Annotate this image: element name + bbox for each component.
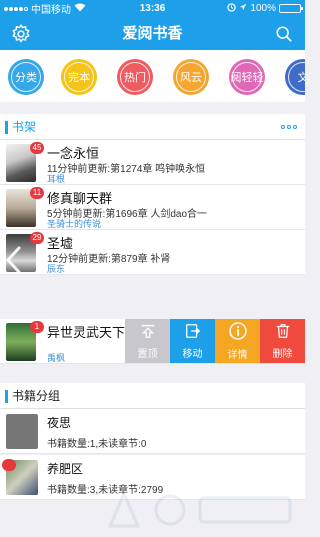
unread-badge: 11 bbox=[30, 187, 44, 199]
bookshelf-header: 书架 bbox=[0, 114, 305, 140]
signal-icon bbox=[4, 6, 28, 11]
section-accent bbox=[5, 390, 8, 403]
location-icon bbox=[239, 3, 247, 14]
unread-badge: 29 bbox=[30, 232, 44, 244]
unread-badge: 45 bbox=[30, 142, 44, 154]
pin-top-icon bbox=[139, 322, 157, 343]
pin-top-button[interactable]: 置顶 bbox=[125, 319, 170, 363]
unread-badge: 1 bbox=[30, 321, 44, 333]
group-badge-icon bbox=[2, 459, 16, 471]
info-button[interactable]: 详情 bbox=[215, 319, 260, 363]
book-title: 异世灵武天下 bbox=[47, 325, 126, 340]
book-row-swiped[interactable]: 1 异世灵武天下 禹枫 置顶 移动 详情 删除 bbox=[0, 319, 305, 364]
status-bar: 中国移动 13:36 100% bbox=[0, 0, 305, 17]
move-button[interactable]: 移动 bbox=[170, 319, 215, 363]
wifi-icon bbox=[74, 3, 86, 15]
category-fengyun[interactable]: 风云 bbox=[173, 59, 209, 95]
group-name: 夜思 bbox=[47, 416, 72, 430]
app-title: 爱阅书香 bbox=[122, 25, 183, 42]
group-name: 养肥区 bbox=[47, 462, 84, 476]
search-icon[interactable] bbox=[272, 22, 296, 46]
bookshelf-title: 书架 bbox=[12, 120, 37, 134]
info-icon bbox=[228, 321, 248, 344]
category-remen[interactable]: 热门 bbox=[117, 59, 153, 95]
more-icon[interactable] bbox=[281, 122, 299, 132]
category-strip: 分类 完本 热门 风云 阅轻轻 文 bbox=[0, 50, 305, 102]
book-update: 12分钟前更新:第879章 补肾 bbox=[47, 254, 171, 265]
group-thumbnail bbox=[6, 414, 38, 449]
battery-percent: 100% bbox=[250, 3, 276, 14]
chevron-left-icon[interactable] bbox=[4, 245, 24, 275]
groups-header: 书籍分组 bbox=[0, 383, 305, 409]
trash-icon bbox=[274, 322, 292, 343]
move-icon bbox=[184, 322, 202, 343]
delete-label: 删除 bbox=[272, 349, 293, 360]
nav-bar: 爱阅书香 bbox=[0, 17, 305, 50]
section-accent bbox=[5, 121, 8, 134]
info-label: 详情 bbox=[227, 350, 248, 361]
alarm-icon bbox=[227, 2, 237, 15]
category-wanben[interactable]: 完本 bbox=[61, 59, 97, 95]
group-item[interactable]: 夜思 书籍数量:1,未读章节:0 bbox=[0, 409, 305, 454]
book-author[interactable]: 辰东 bbox=[47, 262, 65, 274]
category-wen[interactable]: 文 bbox=[285, 59, 305, 95]
move-label: 移动 bbox=[182, 349, 203, 360]
delete-button[interactable]: 删除 bbox=[260, 319, 305, 363]
watermark-logo bbox=[107, 490, 292, 528]
pin-top-label: 置顶 bbox=[137, 349, 158, 360]
category-yueqingqing[interactable]: 阅轻轻 bbox=[229, 59, 265, 95]
groups-title: 书籍分组 bbox=[12, 389, 61, 403]
book-author[interactable]: 禹枫 bbox=[47, 351, 65, 363]
book-update: 11分钟前更新:第1274章 鸣钟唤永恒 bbox=[47, 164, 206, 175]
group-stats: 书籍数量:1,未读章节:0 bbox=[47, 439, 147, 450]
book-row[interactable]: 45 一念永恒 11分钟前更新:第1274章 鸣钟唤永恒 耳根 bbox=[0, 140, 305, 185]
book-row[interactable]: 11 修真聊天群 5分钟前更新:第1696章 人剑dao合一 圣骑士的传说 bbox=[0, 185, 305, 230]
swipe-actions: 置顶 移动 详情 删除 bbox=[125, 319, 305, 363]
carrier-label: 中国移动 bbox=[31, 5, 71, 16]
battery-icon bbox=[279, 4, 303, 13]
book-row[interactable]: 29 圣墟 12分钟前更新:第879章 补肾 辰东 bbox=[0, 230, 305, 275]
category-fenlei[interactable]: 分类 bbox=[8, 59, 44, 95]
book-author[interactable]: 耳根 bbox=[47, 172, 65, 184]
book-author[interactable]: 圣骑士的传说 bbox=[47, 217, 101, 229]
